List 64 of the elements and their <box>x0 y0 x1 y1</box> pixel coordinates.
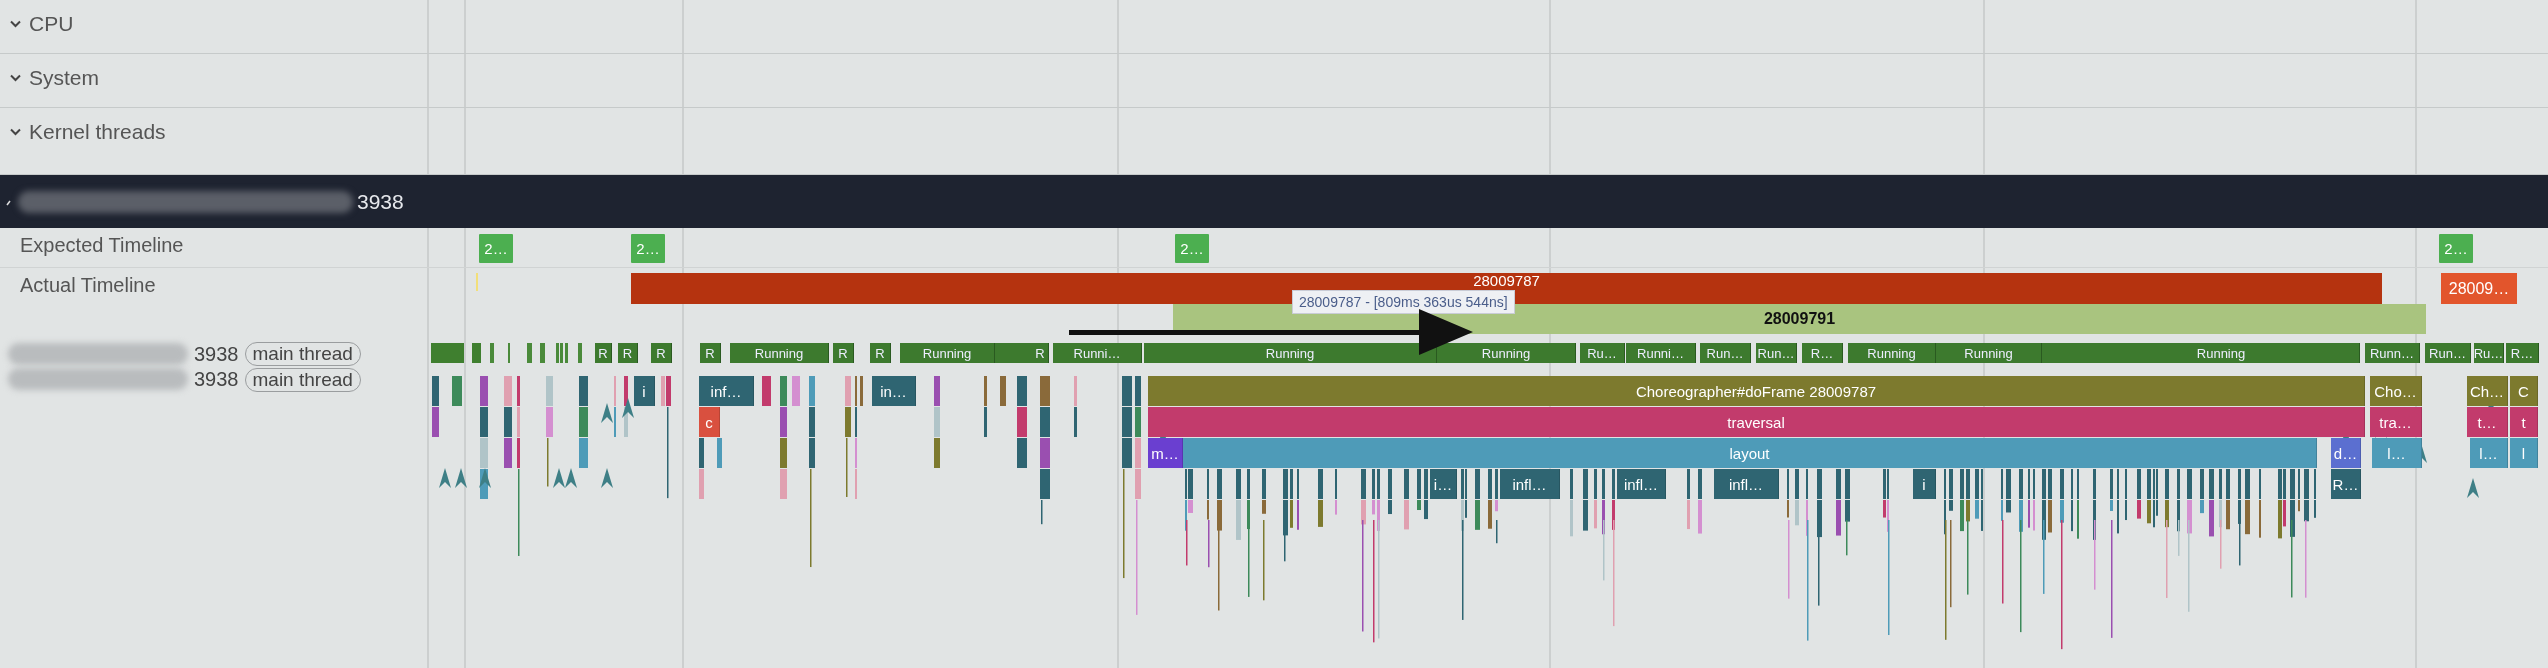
trace-slice[interactable]: layout <box>1183 438 2317 468</box>
trace-slice[interactable]: c <box>699 407 720 437</box>
thread-state-slice[interactable]: Running <box>2083 343 2360 363</box>
track-label: Actual Timeline <box>20 274 156 297</box>
trace-slice[interactable]: tra… <box>2370 407 2422 437</box>
thread-state-slice[interactable]: Running <box>1936 343 2042 363</box>
trace-slice[interactable]: infl… <box>1714 469 1779 499</box>
thread-state-slice[interactable]: Runni… <box>1053 343 1142 363</box>
frame-slice[interactable]: 28009… <box>2441 273 2517 304</box>
frame-marker <box>476 273 478 291</box>
trace-slice[interactable]: l <box>2510 438 2538 468</box>
process-name: 3938 <box>357 189 404 214</box>
trace-slice[interactable]: l… <box>2470 438 2508 468</box>
thread-state-slice[interactable]: R <box>651 343 672 363</box>
trace-slice[interactable]: Cho… <box>2370 376 2422 406</box>
frame-slice[interactable]: 2… <box>479 234 513 263</box>
thread-state-slice[interactable]: Running <box>1437 343 1576 363</box>
track-group-label[interactable]: System <box>29 66 99 90</box>
thread-state-slice[interactable]: R… <box>1802 343 1843 363</box>
thread-name: 3938 <box>194 342 239 366</box>
trace-slice[interactable]: t… <box>2467 407 2508 437</box>
thread-state-slice[interactable]: Runni… <box>1626 343 1696 363</box>
frame-slice[interactable]: 2… <box>1175 234 1209 263</box>
slice-tooltip: 28009787 - [809ms 363us 544ns] <box>1292 290 1515 314</box>
trace-slice[interactable]: in… <box>872 376 916 406</box>
thread-state-slice[interactable]: Running <box>730 343 829 363</box>
trace-slice[interactable]: R… <box>2331 469 2361 499</box>
trace-slice[interactable]: Choreographer#doFrame 28009787 <box>1148 376 2365 406</box>
thread-state-slice[interactable]: Run… <box>1700 343 1751 363</box>
trace-slice[interactable]: i… <box>1430 469 1457 499</box>
thread-state-slice[interactable]: R <box>833 343 854 363</box>
trace-slice[interactable]: infl… <box>1617 469 1666 499</box>
thread-state-slice[interactable]: Running <box>1848 343 1936 363</box>
thread-state-slice[interactable]: R <box>700 343 721 363</box>
thread-state-slice[interactable]: Runn… <box>2365 343 2420 363</box>
trace-slice[interactable]: i <box>634 376 655 406</box>
track-group-label[interactable]: Kernel threads <box>29 120 166 144</box>
thread-state-slice[interactable]: Ru… <box>2474 343 2504 363</box>
trace-slice[interactable]: t <box>2510 407 2538 437</box>
thread-state-slice[interactable]: Run… <box>1756 343 1797 363</box>
frame-slice[interactable]: 2… <box>631 234 665 263</box>
thread-state-slice[interactable]: R <box>618 343 638 363</box>
thread-state-slice[interactable]: R… <box>2506 343 2539 363</box>
trace-slice[interactable]: inf… <box>699 376 754 406</box>
thread-state-slice[interactable]: Ru… <box>1580 343 1625 363</box>
process-header[interactable]: 3938 <box>0 175 2548 228</box>
thread-state-slice[interactable]: R <box>1032 343 1049 363</box>
thread-state-slice[interactable]: Run… <box>2425 343 2471 363</box>
frame-slice[interactable]: 2… <box>2439 234 2473 263</box>
thread-state-slice[interactable]: Running <box>1144 343 1437 363</box>
trace-slice[interactable]: traversal <box>1148 407 2365 437</box>
trace-slice[interactable]: i <box>1913 469 1936 499</box>
trace-slice[interactable]: m… <box>1148 438 1183 468</box>
track-label: Expected Timeline <box>20 234 184 257</box>
trace-slice[interactable]: d… <box>2331 438 2361 468</box>
thread-state-slice[interactable]: R <box>595 343 612 363</box>
trace-slice[interactable]: infl… <box>1500 469 1560 499</box>
thread-state-slice[interactable]: Running <box>900 343 995 363</box>
trace-slice[interactable]: C <box>2510 376 2538 406</box>
thread-state-slice[interactable]: R <box>870 343 891 363</box>
thread-name: 3938 <box>194 368 239 391</box>
trace-slice[interactable]: l… <box>2372 438 2422 468</box>
track-group-label[interactable]: CPU <box>29 12 74 36</box>
trace-slice[interactable]: Ch… <box>2467 376 2508 406</box>
